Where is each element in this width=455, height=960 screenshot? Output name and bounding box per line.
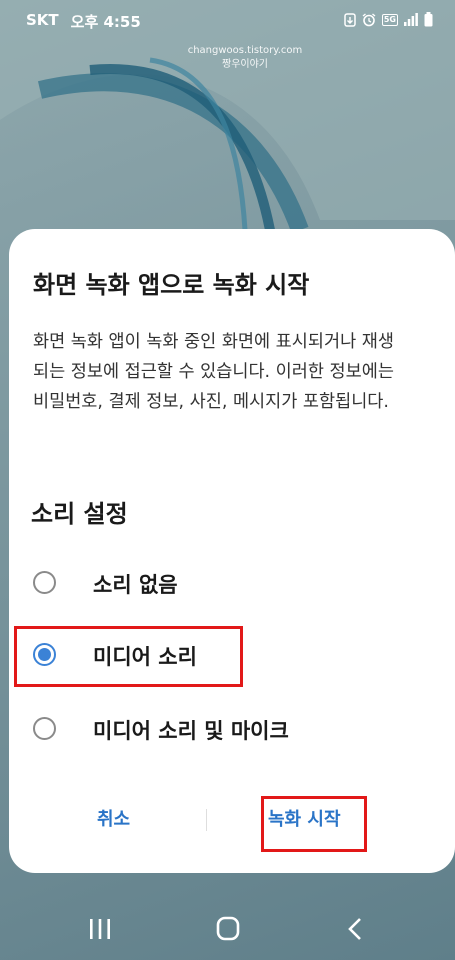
- button-divider: [206, 809, 207, 831]
- screen-record-dialog: 화면 녹화 앱으로 녹화 시작 화면 녹화 앱이 녹화 중인 화면에 표시되거나…: [9, 229, 455, 873]
- dialog-description: 화면 녹화 앱이 녹화 중인 화면에 표시되거나 재생되는 정보에 접근할 수 …: [33, 332, 394, 412]
- dialog-title: 화면 녹화 앱으로 녹화 시작: [33, 271, 310, 299]
- cancel-button[interactable]: 취소: [97, 805, 130, 831]
- carrier-label: SKT: [26, 11, 59, 29]
- radio-button[interactable]: [33, 717, 56, 740]
- navigation-bar: [0, 900, 455, 960]
- option-media-sound-and-mic[interactable]: 미디어 소리 및 마이크: [9, 705, 449, 755]
- watermark: changwoos.tistory.com 짱우이야기: [175, 44, 315, 72]
- back-icon: [348, 918, 361, 940]
- highlight-box-media-sound: [14, 626, 243, 687]
- option-label: 미디어 소리 및 마이크: [93, 719, 289, 743]
- alarm-icon: [362, 12, 376, 26]
- home-icon: [216, 916, 240, 941]
- radio-button[interactable]: [33, 571, 56, 594]
- home-button[interactable]: [208, 912, 248, 946]
- back-button[interactable]: [336, 912, 376, 946]
- battery-icon: [424, 12, 433, 27]
- download-icon: [344, 12, 356, 27]
- recent-apps-button[interactable]: [80, 912, 120, 946]
- watermark-blog-name: 짱우이야기: [222, 59, 268, 70]
- recent-apps-icon: [90, 919, 110, 939]
- status-left: SKT 오후 4:55: [26, 11, 141, 32]
- 5g-icon: 5G: [381, 13, 398, 26]
- option-no-sound[interactable]: 소리 없음: [9, 559, 449, 609]
- status-bar: SKT 오후 4:55 5G: [0, 0, 455, 40]
- option-label: 소리 없음: [93, 573, 178, 597]
- status-right: 5G: [344, 12, 433, 27]
- sound-settings-heading: 소리 설정: [31, 500, 128, 528]
- signal-icon: [404, 13, 418, 26]
- highlight-box-start-button: [261, 796, 367, 852]
- watermark-url: changwoos.tistory.com: [187, 45, 303, 56]
- clock-time: 오후 4:55: [70, 13, 141, 31]
